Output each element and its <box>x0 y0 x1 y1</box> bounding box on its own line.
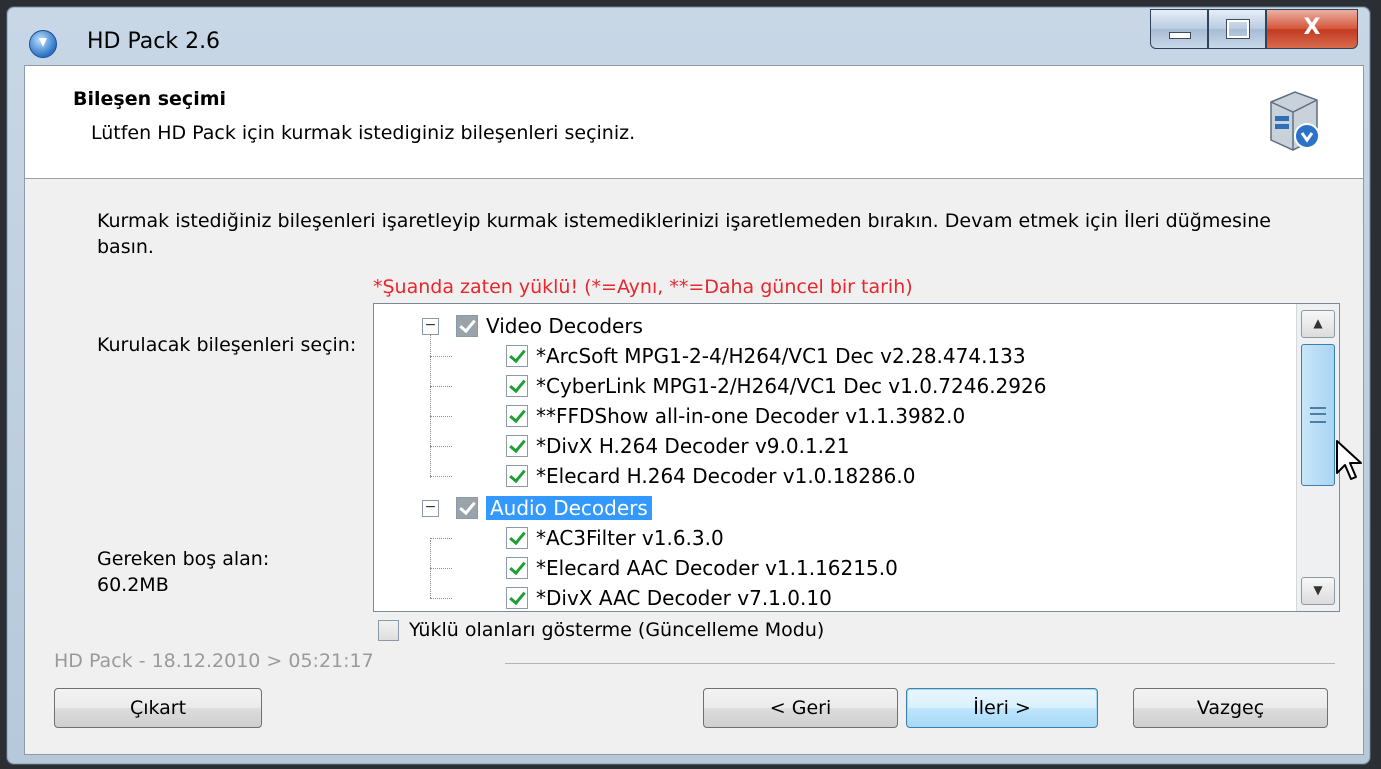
required-space-label: Gereken boş alan: 60.2MB <box>97 546 269 598</box>
tree-line <box>430 476 452 477</box>
tree-line <box>430 538 452 539</box>
scroll-thumb[interactable] <box>1301 344 1335 486</box>
app-icon <box>29 30 57 58</box>
installer-window: HD Pack 2.6 X Bileşen seçimi Lütfen HD P… <box>6 6 1371 765</box>
choose-components-label: Kurulacak bileşenleri seçin: <box>97 334 357 356</box>
tree-item-label: *Elecard AAC Decoder v1.1.16215.0 <box>536 556 898 580</box>
video-decoders-checkbox[interactable] <box>456 315 478 337</box>
installed-note: *Şuanda zaten yüklü! (*=Aynı, **=Daha gü… <box>373 276 913 298</box>
mouse-cursor-icon <box>1336 440 1362 480</box>
footer-brand: HD Pack - 18.12.2010 > 05:21:17 <box>54 650 374 672</box>
tree-line <box>430 446 452 447</box>
divx-aac-checkbox[interactable] <box>506 587 528 609</box>
tree-item-divx-h264[interactable]: *DivX H.264 Decoder v9.0.1.21 <box>506 431 849 461</box>
page-subtitle: Lütfen HD Pack için kurmak istediginiz b… <box>91 122 636 144</box>
update-mode-option[interactable]: Yüklü olanları gösterme (Güncelleme Modu… <box>378 619 824 641</box>
cyberlink-checkbox[interactable] <box>506 375 528 397</box>
update-mode-label: Yüklü olanları gösterme (Güncelleme Modu… <box>409 619 825 641</box>
divx-h264-checkbox[interactable] <box>506 435 528 457</box>
tree-group-audio-decoders[interactable]: Audio Decoders <box>456 493 652 523</box>
tree-line <box>430 356 452 357</box>
tree-item-label: *AC3Filter v1.6.3.0 <box>536 526 724 550</box>
tree-item-label: *DivX H.264 Decoder v9.0.1.21 <box>536 434 850 458</box>
tree-scrollbar[interactable]: ▲ ▼ <box>1296 304 1339 611</box>
scroll-down-icon[interactable]: ▼ <box>1301 577 1335 605</box>
tree-line <box>430 330 431 478</box>
audio-decoders-checkbox[interactable] <box>456 497 478 519</box>
tree-item-label: *DivX AAC Decoder v7.1.0.10 <box>536 586 832 610</box>
required-space-value: 60.2MB <box>97 574 169 596</box>
elecard-h264-checkbox[interactable] <box>506 465 528 487</box>
tree-item-label: **FFDShow all-in-one Decoder v1.1.3982.0 <box>536 404 966 428</box>
next-button[interactable]: İleri > <box>906 688 1098 728</box>
required-space-caption: Gereken boş alan: <box>97 548 270 570</box>
tree-item-ac3filter[interactable]: *AC3Filter v1.6.3.0 <box>506 523 724 553</box>
maximize-icon[interactable] <box>1208 9 1266 49</box>
tree-line <box>430 386 452 387</box>
collapse-audio-decoders-icon[interactable]: − <box>422 500 439 517</box>
elecard-aac-checkbox[interactable] <box>506 557 528 579</box>
installer-box-icon <box>1270 91 1320 151</box>
tree-item-elecard-h264[interactable]: *Elecard H.264 Decoder v1.0.18286.0 <box>506 461 915 491</box>
page-title: Bileşen seçimi <box>73 88 227 110</box>
tree-group-video-decoders[interactable]: Video Decoders <box>456 311 643 341</box>
tree-item-label: *ArcSoft MPG1-2-4/H264/VC1 Dec v2.28.474… <box>536 344 1026 368</box>
header-band: Bileşen seçimi Lütfen HD Pack için kurma… <box>25 66 1363 179</box>
close-icon[interactable]: X <box>1266 9 1358 49</box>
tree-item-label: *Elecard H.264 Decoder v1.0.18286.0 <box>536 464 916 488</box>
tree-item-label: *CyberLink MPG1-2/H264/VC1 Dec v1.0.7246… <box>536 374 1047 398</box>
tree-line <box>430 598 452 599</box>
tree-item-cyberlink[interactable]: *CyberLink MPG1-2/H264/VC1 Dec v1.0.7246… <box>506 371 1046 401</box>
tree-group-label: Audio Decoders <box>486 496 652 520</box>
tree-item-arcsoft[interactable]: *ArcSoft MPG1-2-4/H264/VC1 Dec v2.28.474… <box>506 341 1026 371</box>
tree-line <box>430 540 431 598</box>
update-mode-checkbox[interactable] <box>378 619 399 641</box>
arcsoft-checkbox[interactable] <box>506 345 528 367</box>
extract-button[interactable]: Çıkart <box>54 688 262 728</box>
cancel-button[interactable]: Vazgeç <box>1133 688 1328 728</box>
window-title: HD Pack 2.6 <box>87 29 221 54</box>
back-button[interactable]: < Geri <box>703 688 898 728</box>
tree-line <box>430 416 452 417</box>
grip-icon <box>1310 407 1326 423</box>
tree-line <box>430 568 452 569</box>
instructions-text: Kurmak istediğiniz bileşenleri işaretley… <box>97 210 1271 258</box>
components-tree[interactable]: − Video Decoders *ArcSoft MPG1-2-4/H264/… <box>373 303 1340 612</box>
window-controls: X <box>1150 9 1358 49</box>
tree-item-ffdshow[interactable]: **FFDShow all-in-one Decoder v1.1.3982.0 <box>506 401 965 431</box>
ac3filter-checkbox[interactable] <box>506 527 528 549</box>
minimize-icon[interactable] <box>1150 9 1208 49</box>
tree-item-elecard-aac[interactable]: *Elecard AAC Decoder v1.1.16215.0 <box>506 553 898 583</box>
dialog-client: Bileşen seçimi Lütfen HD Pack için kurma… <box>24 65 1364 755</box>
title-bar[interactable]: HD Pack 2.6 X <box>7 7 1370 63</box>
tree-group-label: Video Decoders <box>486 314 643 338</box>
ffdshow-checkbox[interactable] <box>506 405 528 427</box>
footer-divider <box>505 663 1335 664</box>
tree-item-divx-aac[interactable]: *DivX AAC Decoder v7.1.0.10 <box>506 583 832 611</box>
collapse-video-decoders-icon[interactable]: − <box>422 318 439 335</box>
scroll-up-icon[interactable]: ▲ <box>1301 310 1335 338</box>
